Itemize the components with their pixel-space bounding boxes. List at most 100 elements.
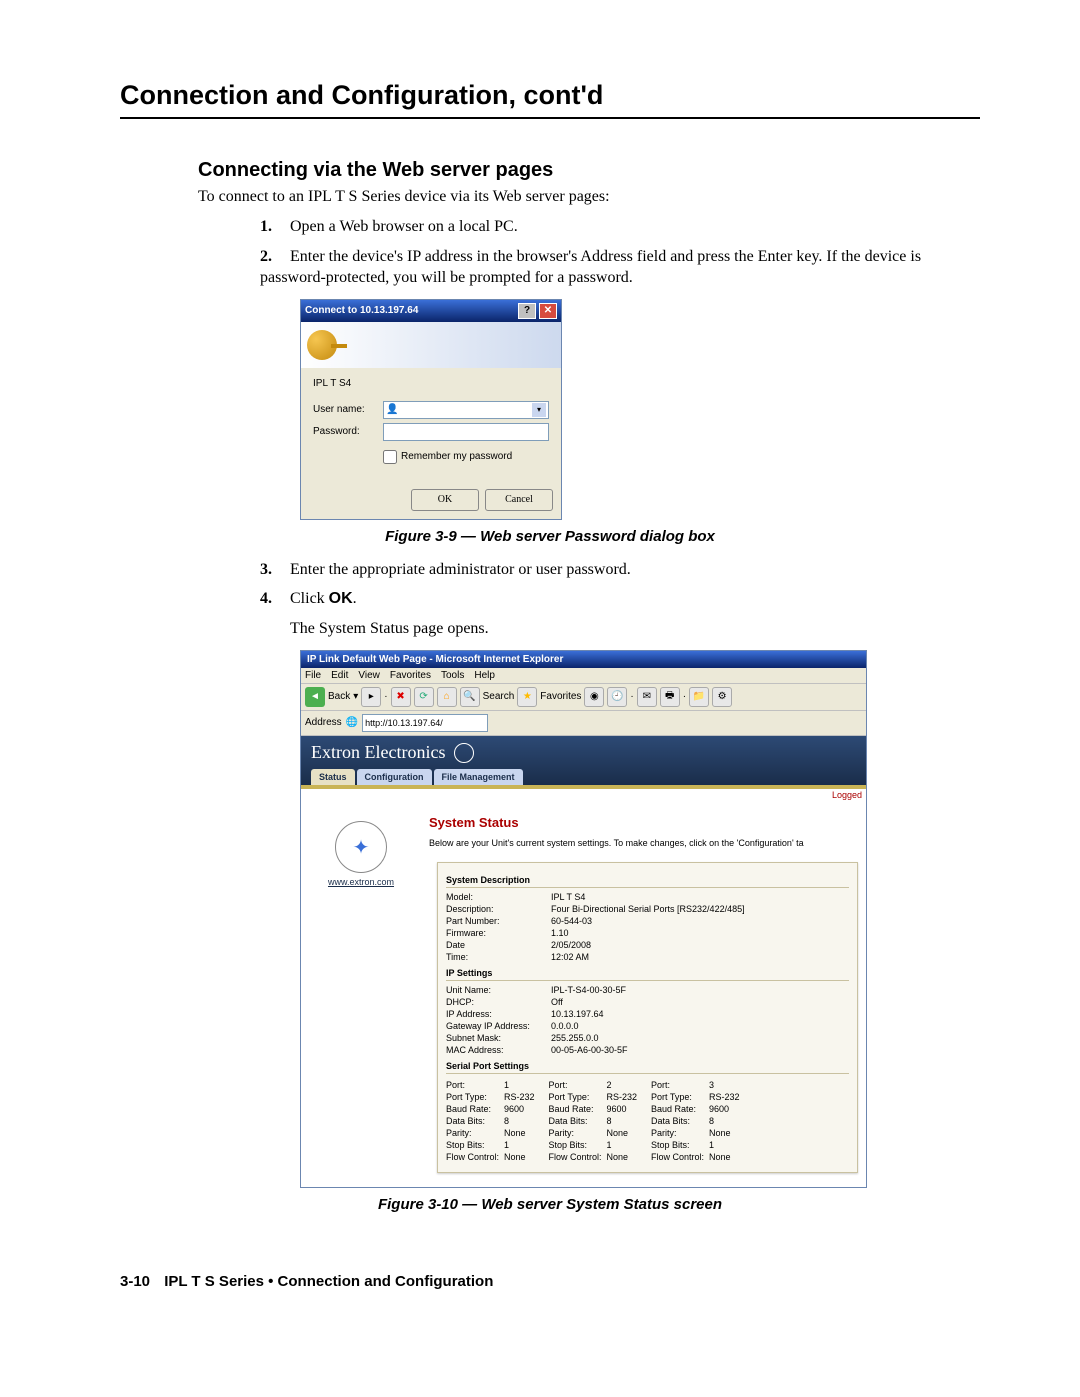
v-part: 60-544-03 bbox=[551, 916, 592, 926]
refresh-icon[interactable]: ⟳ bbox=[414, 687, 434, 707]
logged-label: Logged bbox=[301, 789, 866, 801]
status-panel: System Description Model:IPL T S4 Descri… bbox=[437, 862, 858, 1173]
ok-button[interactable]: OK bbox=[411, 489, 479, 511]
address-label: Address bbox=[305, 717, 342, 728]
remember-checkbox[interactable] bbox=[383, 450, 397, 464]
browser-title: IP Link Default Web Page - Microsoft Int… bbox=[301, 651, 866, 668]
tab-status[interactable]: Status bbox=[311, 769, 355, 785]
menu-edit[interactable]: Edit bbox=[331, 670, 348, 681]
home-icon[interactable]: ⌂ bbox=[437, 687, 457, 707]
extron-logo: Extron Electronics bbox=[311, 742, 856, 764]
step-4-text: Click OK. bbox=[290, 590, 357, 607]
v-firmware: 1.10 bbox=[551, 928, 569, 938]
v-date: 2/05/2008 bbox=[551, 940, 591, 950]
k-subnet: Subnet Mask: bbox=[446, 1033, 551, 1043]
v-ip: 10.13.197.64 bbox=[551, 1009, 604, 1019]
folder-icon[interactable]: 📁 bbox=[689, 687, 709, 707]
k-unit: Unit Name: bbox=[446, 985, 551, 995]
intro-text: To connect to an IPL T S Series device v… bbox=[198, 188, 980, 206]
password-input[interactable] bbox=[383, 423, 549, 441]
k-mac: MAC Address: bbox=[446, 1045, 551, 1055]
extron-side-logo-icon: ✦ bbox=[335, 821, 387, 873]
section-ip-settings: IP Settings bbox=[446, 968, 849, 981]
cancel-button[interactable]: Cancel bbox=[485, 489, 553, 511]
help-icon[interactable]: ? bbox=[518, 303, 536, 319]
v-gateway: 0.0.0.0 bbox=[551, 1021, 579, 1031]
chevron-down-icon[interactable]: ▾ bbox=[532, 403, 546, 417]
page-title: Connection and Configuration, cont'd bbox=[120, 80, 980, 119]
k-date: Date bbox=[446, 940, 551, 950]
menu-tools[interactable]: Tools bbox=[441, 670, 464, 681]
system-status-desc: Below are your Unit's current system set… bbox=[429, 838, 858, 848]
v-mac: 00-05-A6-00-30-5F bbox=[551, 1045, 628, 1055]
step-3: 3.Enter the appropriate administrator or… bbox=[260, 559, 980, 581]
page-number: 3-10 bbox=[120, 1273, 150, 1290]
step-3-text: Enter the appropriate administrator or u… bbox=[290, 561, 631, 578]
port-col-1: Port:1 Port Type:RS-232 Baud Rate:9600 D… bbox=[446, 1078, 535, 1164]
forward-icon[interactable]: ▸ bbox=[361, 687, 381, 707]
page-icon: 🌐 bbox=[346, 717, 358, 728]
port-col-2: Port:2 Port Type:RS-232 Baud Rate:9600 D… bbox=[549, 1078, 638, 1164]
browser-toolbar: ◄ Back ▾ ▸ · ✖ ⟳ ⌂ 🔍 Search ★ Favorites … bbox=[301, 684, 866, 711]
history-icon[interactable]: 🕘 bbox=[607, 687, 627, 707]
device-name: IPL T S4 bbox=[313, 378, 549, 389]
back-label[interactable]: Back bbox=[328, 691, 350, 702]
menu-favorites[interactable]: Favorites bbox=[390, 670, 431, 681]
v-model: IPL T S4 bbox=[551, 892, 585, 902]
close-icon[interactable]: ✕ bbox=[539, 303, 557, 319]
browser-menu[interactable]: File Edit View Favorites Tools Help bbox=[301, 668, 866, 684]
favorites-icon[interactable]: ★ bbox=[517, 687, 537, 707]
v-desc: Four Bi-Directional Serial Ports [RS232/… bbox=[551, 904, 745, 914]
step-2-text: Enter the device's IP address in the bro… bbox=[260, 248, 921, 287]
v-time: 12:02 AM bbox=[551, 952, 589, 962]
page-footer: 3-10 IPL T S Series • Connection and Con… bbox=[120, 1273, 980, 1290]
tool-icon[interactable]: ⚙ bbox=[712, 687, 732, 707]
v-subnet: 255.255.0.0 bbox=[551, 1033, 599, 1043]
address-input[interactable] bbox=[362, 714, 488, 732]
k-gateway: Gateway IP Address: bbox=[446, 1021, 551, 1031]
mail-icon[interactable]: ✉ bbox=[637, 687, 657, 707]
username-label: User name: bbox=[313, 404, 383, 415]
step-1: 1.Open a Web browser on a local PC. bbox=[260, 216, 980, 238]
k-dhcp: DHCP: bbox=[446, 997, 551, 1007]
k-ip: IP Address: bbox=[446, 1009, 551, 1019]
extron-link[interactable]: www.extron.com bbox=[328, 877, 394, 887]
remember-label: Remember my password bbox=[401, 451, 512, 462]
tab-configuration[interactable]: Configuration bbox=[357, 769, 432, 785]
back-icon[interactable]: ◄ bbox=[305, 687, 325, 707]
dialog-title: Connect to 10.13.197.64 bbox=[305, 305, 418, 316]
v-dhcp: Off bbox=[551, 997, 563, 1007]
system-status-title: System Status bbox=[429, 815, 858, 830]
footer-text: IPL T S Series • Connection and Configur… bbox=[164, 1273, 493, 1290]
media-icon[interactable]: ◉ bbox=[584, 687, 604, 707]
k-firmware: Firmware: bbox=[446, 928, 551, 938]
favorites-label[interactable]: Favorites bbox=[540, 691, 581, 702]
menu-file[interactable]: File bbox=[305, 670, 321, 681]
search-icon[interactable]: 🔍 bbox=[460, 687, 480, 707]
k-model: Model: bbox=[446, 892, 551, 902]
figure-3-9-caption: Figure 3-9 — Web server Password dialog … bbox=[120, 528, 980, 545]
step-result: The System Status page opens. bbox=[290, 618, 980, 640]
password-label: Password: bbox=[313, 426, 383, 437]
section-system-description: System Description bbox=[446, 875, 849, 888]
k-desc: Description: bbox=[446, 904, 551, 914]
figure-3-10-caption: Figure 3-10 — Web server System Status s… bbox=[120, 1196, 980, 1213]
search-label[interactable]: Search bbox=[483, 691, 515, 702]
keys-icon bbox=[307, 330, 337, 360]
username-input[interactable]: 👤 ▾ bbox=[383, 401, 549, 419]
globe-icon bbox=[454, 743, 474, 763]
section-heading: Connecting via the Web server pages bbox=[198, 159, 980, 182]
k-part: Part Number: bbox=[446, 916, 551, 926]
step-2: 2.Enter the device's IP address in the b… bbox=[260, 246, 980, 289]
tab-file-management[interactable]: File Management bbox=[434, 769, 523, 785]
section-serial-ports: Serial Port Settings bbox=[446, 1061, 849, 1074]
k-time: Time: bbox=[446, 952, 551, 962]
step-4: 4.Click OK. bbox=[260, 588, 980, 610]
v-unit: IPL-T-S4-00-30-5F bbox=[551, 985, 626, 995]
browser-window: IP Link Default Web Page - Microsoft Int… bbox=[300, 650, 867, 1189]
print-icon[interactable]: 🖶 bbox=[660, 687, 680, 707]
password-dialog: Connect to 10.13.197.64 ? ✕ IPL T S4 Use… bbox=[300, 299, 562, 520]
menu-view[interactable]: View bbox=[358, 670, 380, 681]
menu-help[interactable]: Help bbox=[474, 670, 495, 681]
stop-icon[interactable]: ✖ bbox=[391, 687, 411, 707]
